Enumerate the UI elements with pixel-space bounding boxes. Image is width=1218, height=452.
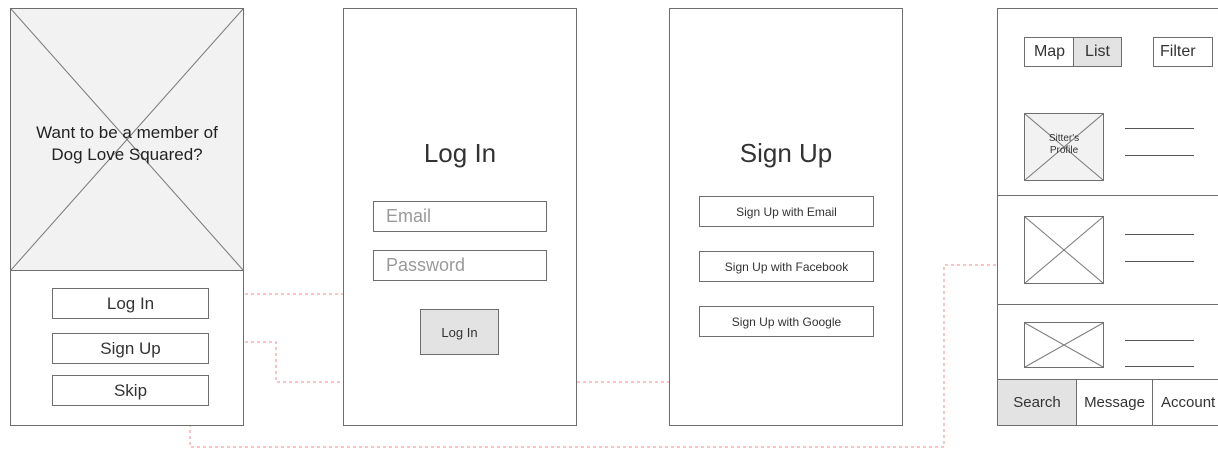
list-item-line	[1125, 261, 1194, 262]
view-toggle: Map List	[1024, 37, 1122, 67]
list-item-line	[1125, 155, 1194, 156]
list-item-thumbnail[interactable]	[1024, 216, 1104, 284]
welcome-prompt-line2: Dog Love Squared?	[51, 145, 203, 164]
signup-title: Sign Up	[739, 138, 833, 168]
map-toggle[interactable]: Map	[1025, 38, 1074, 66]
signup-google-button[interactable]: Sign Up with Google	[699, 306, 874, 337]
list-divider	[997, 195, 1218, 196]
password-field[interactable]: Password	[373, 250, 547, 281]
tab-account[interactable]: Account	[1152, 379, 1218, 426]
tab-message[interactable]: Message	[1076, 379, 1153, 426]
list-item-line	[1125, 234, 1194, 235]
image-placeholder-icon	[1025, 323, 1103, 367]
signup-email-button[interactable]: Sign Up with Email	[699, 196, 874, 227]
login-button[interactable]: Log In	[52, 288, 209, 319]
tab-search[interactable]: Search	[997, 379, 1077, 426]
list-item-thumbnail[interactable]	[1024, 322, 1104, 368]
sitter-profile-label-line2: Profile	[1049, 145, 1079, 156]
list-item-line	[1125, 128, 1194, 129]
sitter-profile-label: Sitter's Profile	[1025, 133, 1103, 157]
filter-button[interactable]: Filter	[1153, 37, 1213, 67]
email-field[interactable]: Email	[373, 201, 547, 232]
login-submit-button[interactable]: Log In	[420, 309, 499, 355]
image-placeholder-icon	[1025, 217, 1103, 283]
list-item-line	[1125, 366, 1194, 367]
welcome-image-placeholder: Want to be a member of Dog Love Squared?	[10, 8, 244, 271]
welcome-prompt: Want to be a member of Dog Love Squared?	[11, 122, 243, 166]
tab-account-label: Account	[1161, 394, 1216, 411]
list-item-line	[1125, 340, 1194, 341]
skip-button[interactable]: Skip	[52, 375, 209, 406]
list-divider	[997, 304, 1218, 305]
signup-facebook-button[interactable]: Sign Up with Facebook	[699, 251, 874, 282]
sitter-profile-thumbnail[interactable]: Sitter's Profile	[1024, 113, 1104, 181]
sitter-profile-label-line1: Sitter's	[1048, 133, 1080, 144]
list-toggle[interactable]: List	[1073, 38, 1121, 66]
signup-button[interactable]: Sign Up	[52, 333, 209, 364]
login-title: Log In	[423, 138, 497, 168]
welcome-prompt-line1: Want to be a member of	[36, 123, 218, 142]
